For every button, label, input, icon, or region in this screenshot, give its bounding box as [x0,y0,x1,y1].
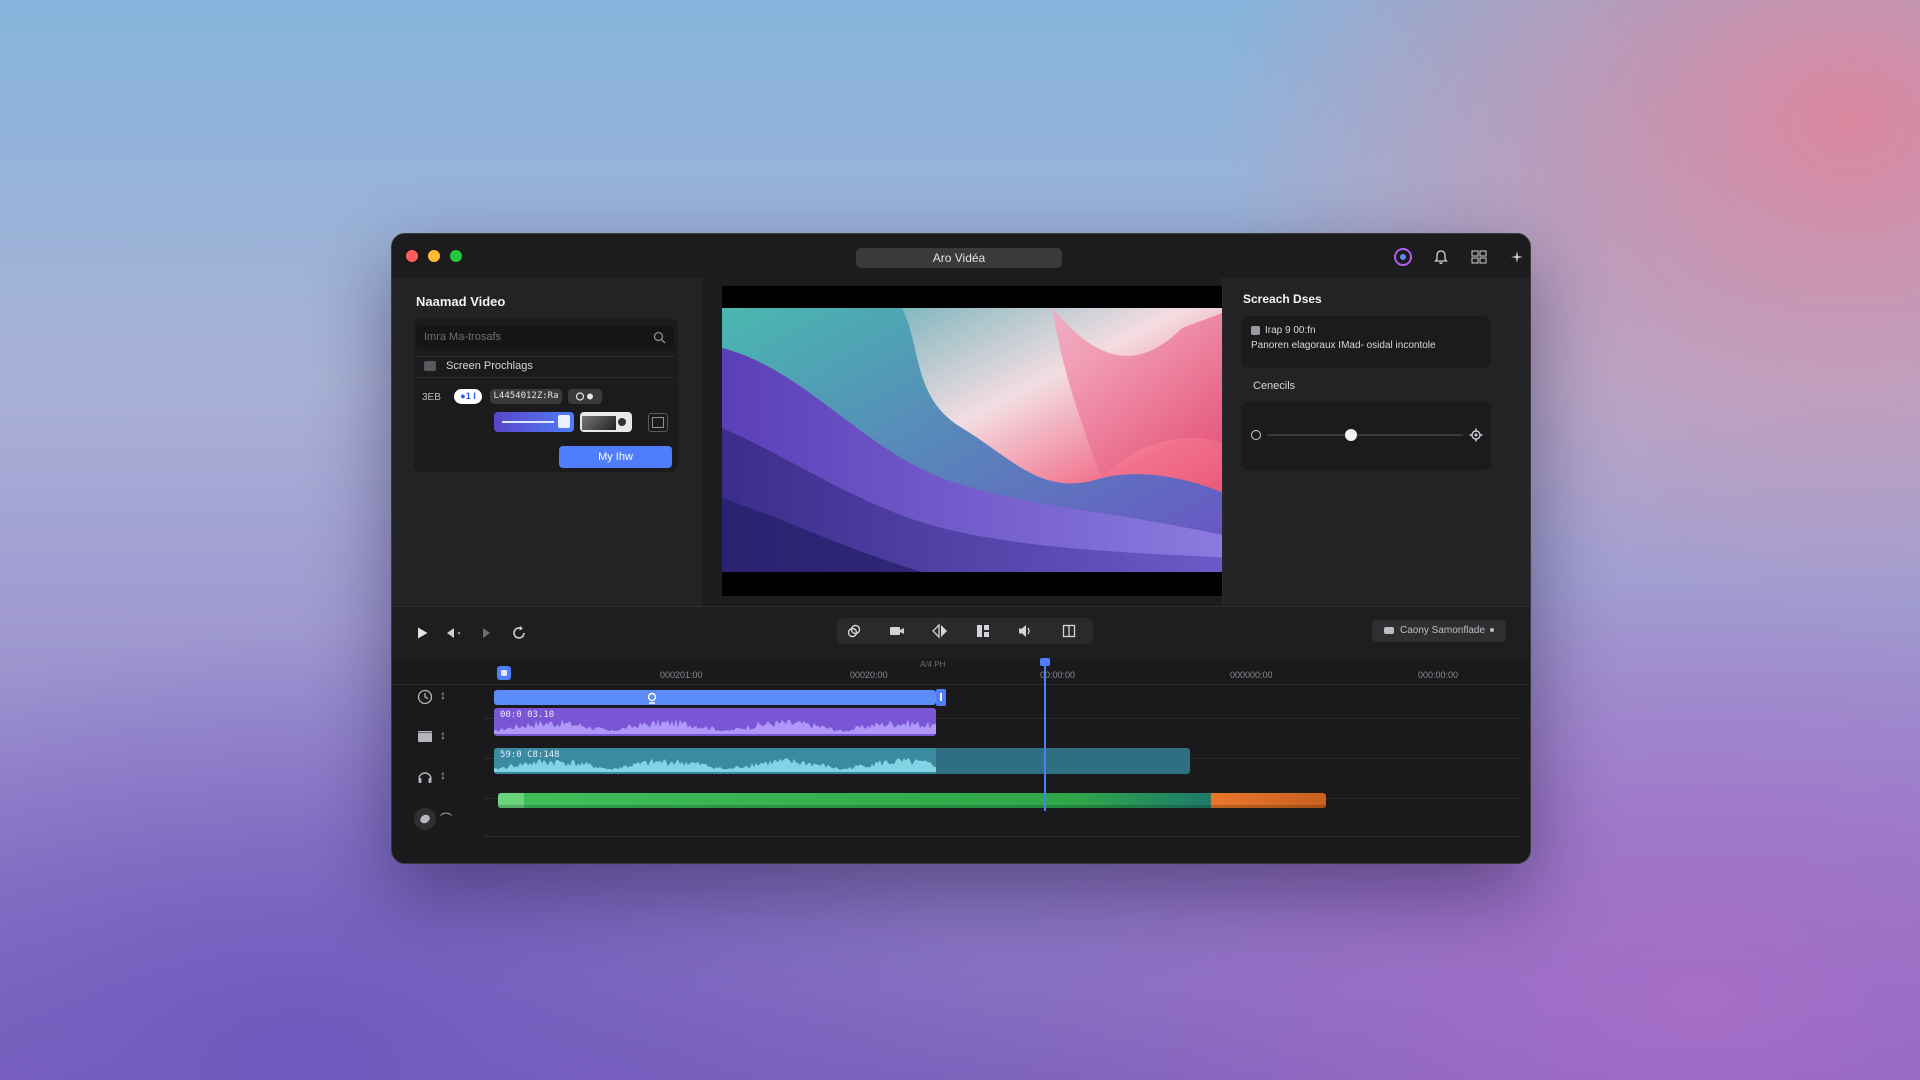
audio-clip-2-label: 59:0 C8:148 [500,750,560,760]
preview-frame [722,308,1236,572]
playhead-handle[interactable] [1040,658,1051,666]
slider-card [1241,402,1491,470]
title-bar: Aro Vidéa [392,234,1530,278]
media-panel-title: Naamad Video [416,294,506,309]
effects-track[interactable] [498,793,1326,808]
slider-min-icon [1251,430,1261,440]
clip-thumbnail-1[interactable] [494,412,574,432]
link-icon[interactable] [841,621,867,641]
tick-label: 000000:00 [1230,670,1273,680]
drive-icon [1384,626,1394,634]
timeline-marker-icon[interactable] [497,666,511,680]
audio-clip-2[interactable]: 59:0 C8:148 [494,748,1190,774]
headphones-icon[interactable] [416,768,434,786]
gear-icon[interactable] [1469,428,1483,442]
inspector-panel: Screach Dses Irap 9 00:fn Panoren elagor… [1222,278,1530,606]
clip-thumbnail-2[interactable] [580,412,632,432]
slider-track[interactable] [1267,434,1463,436]
circle-badge-icon[interactable] [1392,246,1414,268]
crop-icon[interactable] [1056,621,1082,641]
row-label: 3EB [422,392,441,403]
media-toggle[interactable]: ●1 I [454,389,482,404]
app-window: Aro Vidéa Naamad Video Imra Ma-trosafs S… [391,233,1531,864]
tool-group [837,618,1093,644]
grid-icon[interactable] [1468,246,1490,268]
primary-button[interactable]: My Ihw [559,446,672,468]
tick-label: 000:00:00 [1418,670,1459,680]
clock-icon[interactable] [416,688,434,706]
audio-clip-1-label: 00:0 03.10 [500,710,555,720]
info-line-1: Irap 9 00:fn [1265,325,1316,336]
marker-icon [646,691,658,704]
transport-bar: Caony Samonflade [392,606,1530,660]
section-label: Cenecils [1253,380,1296,392]
timeline: 000201:00 00020:00 A/4 PH 00:00:00 00000… [392,658,1530,863]
camera-icon[interactable] [884,621,910,641]
lane-curve-icon[interactable]: ⌒ [440,810,452,827]
title-clip[interactable] [494,690,936,705]
info-icon [1251,326,1260,335]
rewind-icon[interactable] [444,623,464,643]
audio-clip-1[interactable]: 00:0 03.10 [494,708,936,736]
close-window-button[interactable] [406,250,418,262]
film-icon[interactable] [416,728,434,746]
lane-reorder-icon[interactable]: ↕ [440,768,446,782]
split-icon[interactable] [927,621,953,641]
window-title: Aro Vidéa [856,248,1062,268]
forward-icon[interactable] [476,623,496,643]
media-item-label[interactable]: Screen Prochlags [446,360,533,372]
sparkle-icon[interactable] [1506,246,1528,268]
media-panel: Naamad Video Imra Ma-trosafs Screen Proc… [392,278,703,606]
link-chip[interactable] [568,389,602,404]
zoom-window-button[interactable] [450,250,462,262]
timecode-chip[interactable]: L4454012Z:Ra [490,389,562,404]
search-icon [653,330,666,352]
status-text: Caony Samonflade [1400,625,1486,636]
video-preview[interactable] [722,286,1236,596]
clip-handle[interactable] [936,689,946,706]
bell-icon[interactable] [1430,246,1452,268]
preview-panel [702,278,1236,606]
minimize-window-button[interactable] [428,250,440,262]
lane-reorder-icon[interactable]: ↕ [440,688,446,702]
lane-reorder-icon[interactable]: ↕ [440,728,446,742]
search-input[interactable]: Imra Ma-trosafs [416,326,674,348]
layout-icon[interactable] [970,621,996,641]
frame-icon[interactable] [648,413,668,432]
inspector-title: Screach Dses [1243,292,1322,306]
tick-label: A/4 PH [920,660,946,669]
tick-label: 00020:00 [850,670,888,680]
tick-label: 000201:00 [660,670,703,680]
status-chip[interactable]: Caony Samonflade [1372,620,1506,642]
loop-icon[interactable] [508,622,530,644]
speaker-icon[interactable] [1013,621,1039,641]
play-icon[interactable] [412,623,432,643]
playhead[interactable] [1040,658,1051,811]
effects-icon[interactable] [414,808,436,830]
info-line-2: Panoren elagoraux IMad- osidal incontole [1251,340,1436,351]
folder-icon [424,361,436,371]
search-placeholder: Imra Ma-trosafs [424,331,502,343]
